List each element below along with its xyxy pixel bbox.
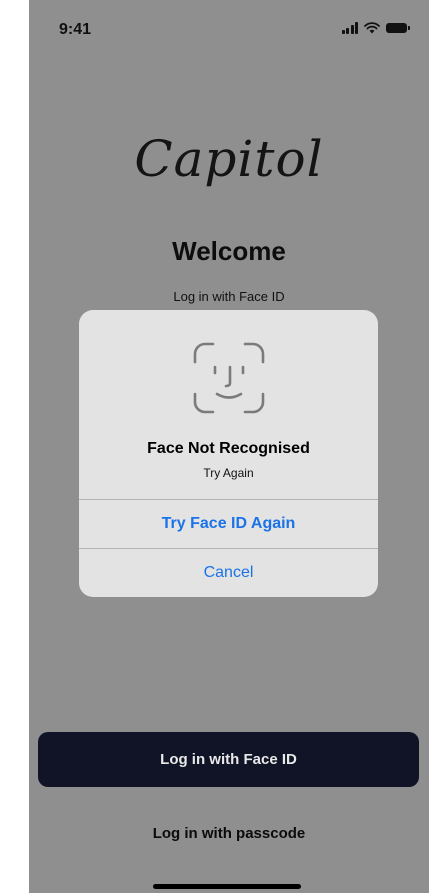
- cancel-button[interactable]: Cancel: [79, 549, 378, 597]
- cellular-signal-icon: [341, 22, 358, 34]
- wifi-icon: [364, 22, 380, 34]
- face-id-icon: [193, 342, 265, 414]
- try-face-id-again-button[interactable]: Try Face ID Again: [79, 500, 378, 548]
- home-indicator[interactable]: [153, 884, 301, 889]
- status-icons: [341, 22, 410, 34]
- capitol-logo: Capitol: [134, 130, 324, 188]
- login-face-id-button[interactable]: Log in with Face ID: [38, 732, 419, 787]
- status-time: 9:41: [59, 21, 92, 38]
- page-subtitle: Log in with Face ID: [173, 289, 285, 304]
- dialog-title: Face Not Recognised: [147, 440, 310, 457]
- screen: 9:41 Capitol Welcome Log in with Face ID: [0, 0, 439, 893]
- dialog-message: Try Again: [203, 466, 254, 480]
- page-title: Welcome: [172, 236, 286, 266]
- battery-icon: [386, 23, 410, 33]
- login-passcode-link[interactable]: Log in with passcode: [29, 825, 429, 842]
- face-id-alert-dialog: Face Not Recognised Try Again Try Face I…: [79, 310, 378, 597]
- phone-screen: 9:41 Capitol Welcome Log in with Face ID: [29, 0, 429, 893]
